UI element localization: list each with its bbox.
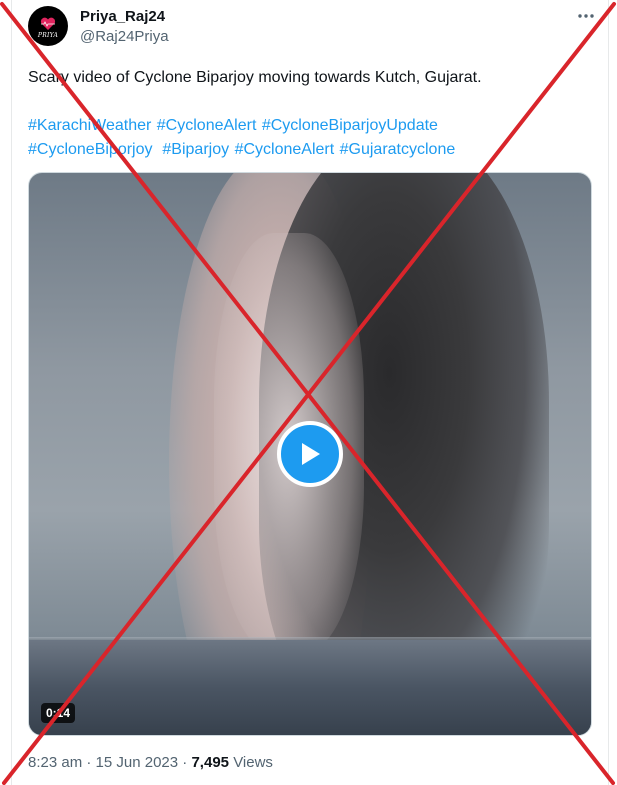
hashtag-link[interactable]: #CycloneAlert xyxy=(235,141,335,158)
avatar[interactable]: PRIYA xyxy=(28,6,68,46)
play-button[interactable] xyxy=(277,421,343,487)
hashtag-link[interactable]: #Biparjoy xyxy=(162,141,229,158)
hashtag-link[interactable]: #CycloneAlert xyxy=(157,117,257,134)
meta-separator: · xyxy=(86,754,92,771)
hashtag-link[interactable]: #CycloneBiporjoy xyxy=(28,141,153,158)
hashtag-list: #KarachiWeather #CycloneAlert #CycloneBi… xyxy=(28,114,588,162)
views-count: 7,495 xyxy=(191,754,230,771)
hashtag-link[interactable]: #Gujaratcyclone xyxy=(340,141,456,158)
video-player[interactable]: 0:14 xyxy=(28,172,592,736)
author-display-name[interactable]: Priya_Raj24 xyxy=(80,8,165,25)
more-horizontal-icon xyxy=(578,14,594,18)
hashtag-link[interactable]: #KarachiWeather xyxy=(28,117,151,134)
play-icon xyxy=(302,443,320,465)
more-options-button[interactable] xyxy=(574,4,598,28)
meta-separator: · xyxy=(182,754,188,771)
tweet-metadata: 8:23 am · 15 Jun 2023 · 7,495 Views xyxy=(28,754,273,771)
hashtag-link[interactable]: #CycloneBiparjoyUpdate xyxy=(262,117,438,134)
tweet-date[interactable]: 15 Jun 2023 xyxy=(96,754,179,771)
views-label: Views xyxy=(233,754,273,771)
video-duration-badge: 0:14 xyxy=(41,703,76,723)
avatar-brand-text: PRIYA xyxy=(37,31,59,39)
tweet-time[interactable]: 8:23 am xyxy=(28,754,82,771)
video-frame-sea xyxy=(29,640,591,735)
author-handle[interactable]: @Raj24Priya xyxy=(80,28,169,45)
heart-icon xyxy=(40,17,56,30)
tweet-text: Scary video of Cyclone Biparjoy moving t… xyxy=(28,69,482,86)
